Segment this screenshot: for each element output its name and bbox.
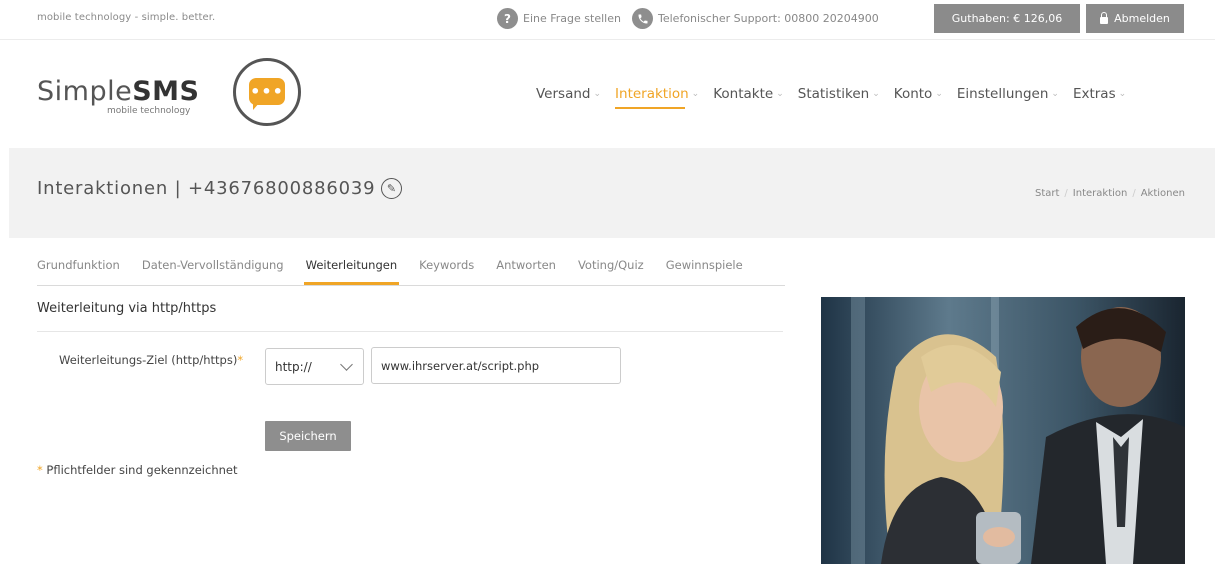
nav-item-versand[interactable]: Versand ⌄ [536, 86, 601, 102]
chevron-down-icon: ⌄ [593, 89, 602, 99]
tab-gewinnspiele[interactable]: Gewinnspiele [666, 258, 743, 272]
forward-target-label: Weiterleitungs-Ziel (http/https)* [59, 353, 244, 367]
balance-button[interactable]: Guthaben: € 126,06 [934, 4, 1080, 33]
tagline: mobile technology - simple. better. [37, 12, 216, 23]
ask-question-label: Eine Frage stellen [523, 12, 621, 25]
required-mark: * [237, 353, 244, 367]
chat-bubble-logo-icon: ••• [233, 58, 301, 126]
page-title: Interaktionen | +43676800886039 ✎ [37, 178, 403, 199]
logo-subtitle: mobile technology [107, 106, 191, 116]
tab-antworten[interactable]: Antworten [496, 258, 556, 272]
phone-support-link[interactable]: Telefonischer Support: 00800 20204900 [632, 8, 879, 29]
chevron-down-icon [340, 358, 353, 371]
chevron-down-icon: ⌄ [776, 89, 784, 99]
save-button[interactable]: Speichern [265, 421, 351, 451]
chat-bubble-icon: ••• [249, 78, 285, 105]
nav-item-statistiken[interactable]: Statistiken ⌄ [798, 86, 880, 102]
question-icon: ? [497, 8, 518, 29]
top-bar: mobile technology - simple. better. ? Ei… [0, 0, 1215, 40]
logo[interactable]: SimpleSMS mobile technology [37, 76, 200, 116]
nav-item-interaktion[interactable]: Interaktion ⌄ [615, 86, 700, 109]
breadcrumb-aktionen: Aktionen [1140, 188, 1185, 199]
lock-icon [1100, 11, 1109, 24]
chevron-down-icon: ⌄ [872, 89, 880, 99]
section-divider [37, 331, 783, 332]
ask-question-link[interactable]: ? Eine Frage stellen [497, 8, 621, 29]
phone-icon [632, 8, 653, 29]
chevron-down-icon: ⌄ [691, 89, 700, 99]
tab-voting-quiz[interactable]: Voting/Quiz [578, 258, 644, 272]
promo-photo [821, 297, 1185, 564]
tab-grundfunktion[interactable]: Grundfunktion [37, 258, 120, 272]
page-header: Interaktionen | +43676800886039 ✎ Start / I… [9, 148, 1215, 238]
chevron-down-icon: ⌄ [935, 89, 943, 99]
edit-icon[interactable]: ✎ [381, 178, 403, 199]
required-fields-note: * Pflichtfelder sind gekennzeichnet [37, 463, 238, 477]
logo-wordmark: SimpleSMS [37, 76, 200, 107]
nav-item-extras[interactable]: Extras ⌄ [1073, 86, 1126, 102]
breadcrumb-interaktion[interactable]: Interaktion [1073, 188, 1128, 199]
logout-button[interactable]: Abmelden [1086, 4, 1184, 33]
nav-item-einstellungen[interactable]: Einstellungen ⌄ [957, 86, 1059, 102]
phone-support-label: Telefonischer Support: 00800 20204900 [658, 12, 879, 25]
tab-divider [37, 285, 785, 286]
tab-bar: Grundfunktion Daten-Vervollständigung We… [37, 258, 765, 285]
breadcrumb: Start / Interaktion / Aktionen [1034, 188, 1185, 199]
main-nav: Versand ⌄ Interaktion ⌄ Kontakte ⌄ Statisti… [536, 86, 1140, 109]
nav-item-kontakte[interactable]: Kontakte ⌄ [713, 86, 784, 102]
nav-item-konto[interactable]: Konto ⌄ [894, 86, 943, 102]
chevron-down-icon: ⌄ [1051, 89, 1059, 99]
section-title: Weiterleitung via http/https [37, 301, 217, 316]
tab-keywords[interactable]: Keywords [419, 258, 474, 272]
url-input[interactable] [371, 347, 621, 384]
logout-label: Abmelden [1114, 12, 1170, 25]
chevron-down-icon: ⌄ [1118, 89, 1127, 99]
tab-weiterleitungen[interactable]: Weiterleitungen [303, 258, 399, 285]
tab-daten-vervollstaendigung[interactable]: Daten-Vervollständigung [142, 258, 284, 272]
protocol-select[interactable]: http:// [265, 348, 364, 385]
breadcrumb-start[interactable]: Start [1035, 188, 1059, 199]
